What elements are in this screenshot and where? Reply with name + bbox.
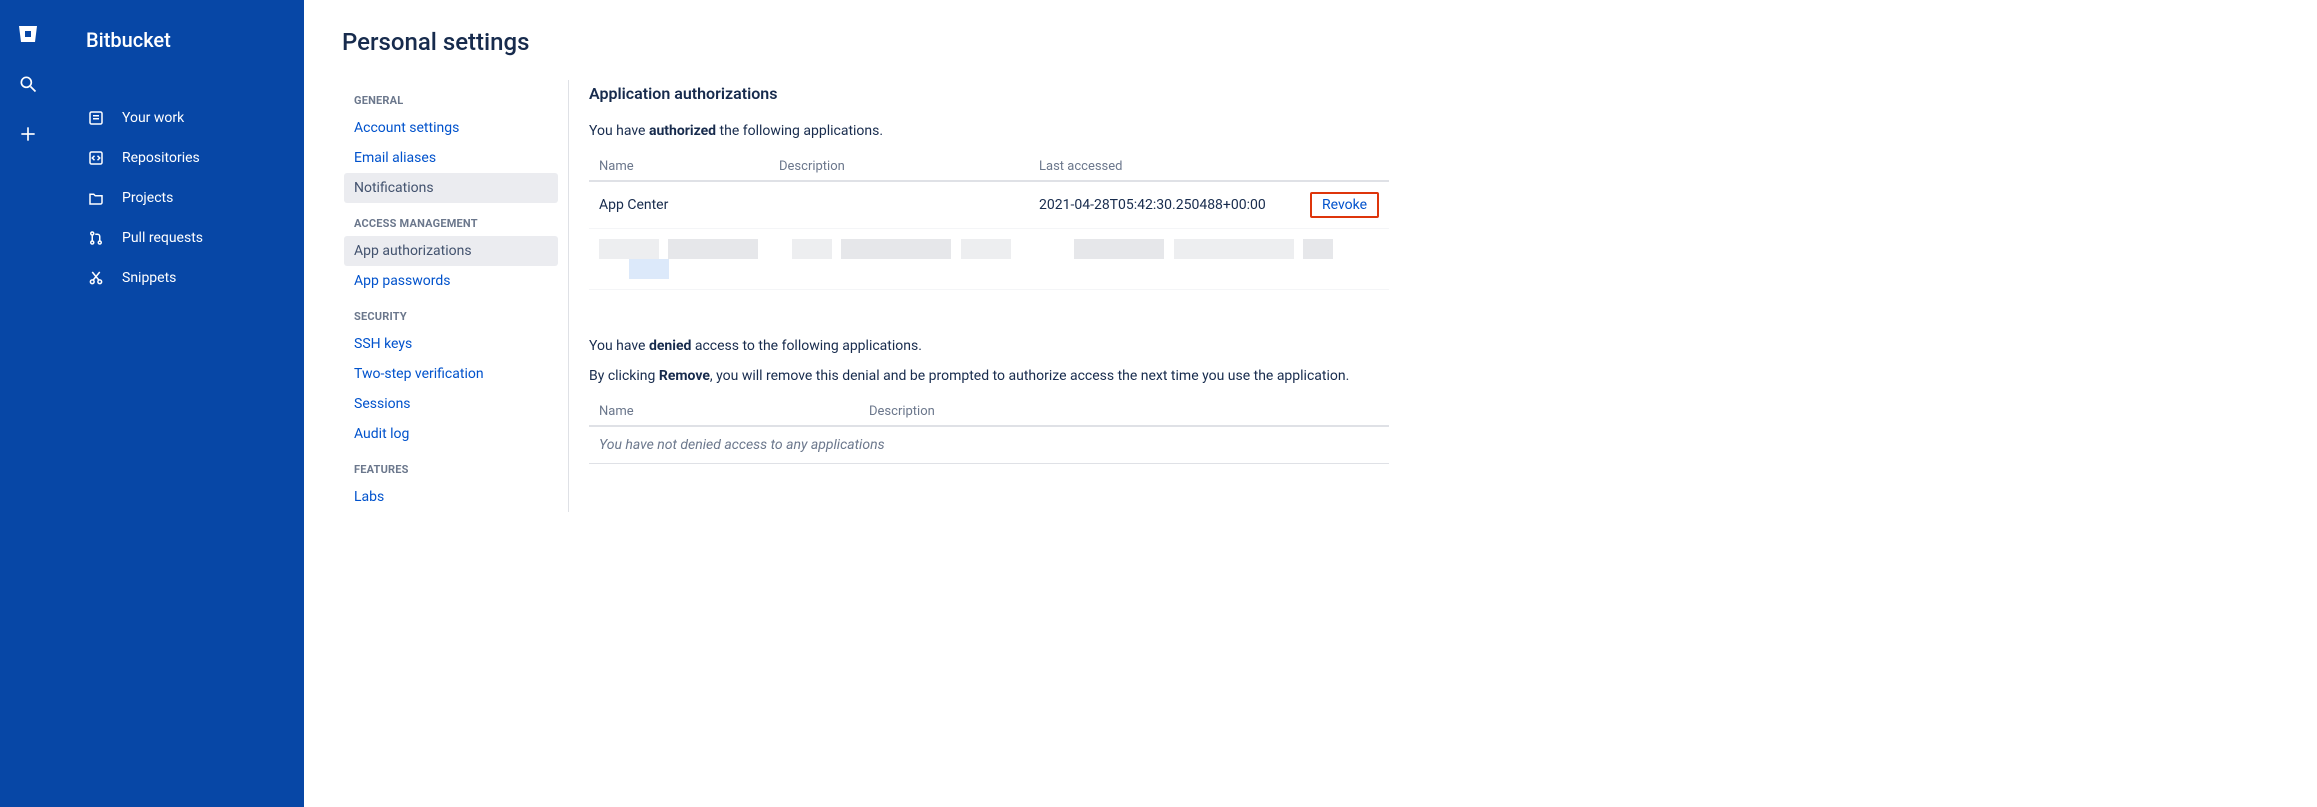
setting-link-audit-log[interactable]: Audit log [344,419,558,449]
setting-link-sessions[interactable]: Sessions [344,389,558,419]
denied-table: Name Description You have not denied acc… [589,398,1389,464]
create-icon[interactable] [16,122,40,146]
auth-col-name: Name [589,153,769,181]
redacted-content [589,229,1389,290]
pull-requests-icon [86,228,106,248]
auth-row-name: App Center [589,181,769,229]
setting-link-labs[interactable]: Labs [344,482,558,512]
nav-item-repositories[interactable]: Repositories [56,138,304,178]
settings-sidebar: GENERAL Account settings Email aliases N… [344,80,569,512]
group-heading-features: FEATURES [344,449,558,482]
nav-item-label: Repositories [122,150,200,166]
nav-item-label: Your work [122,110,184,126]
denied-intro-bold: denied [649,338,691,354]
search-icon[interactable] [16,72,40,96]
denied-help-prefix: By clicking [589,368,659,384]
denied-help-bold: Remove [659,368,710,384]
denied-intro-suffix: access to the following applications. [691,338,922,354]
main-area: Personal settings GENERAL Account settin… [304,0,2317,807]
revoke-button[interactable]: Revoke [1310,192,1379,218]
nav-item-label: Pull requests [122,230,203,246]
nav-item-projects[interactable]: Projects [56,178,304,218]
setting-link-app-authorizations[interactable]: App authorizations [344,236,558,266]
auth-col-action [1300,153,1389,181]
auth-row-action-cell: Revoke [1300,181,1389,229]
denied-col-description: Description [859,398,1389,426]
authorized-intro-bold: authorized [649,123,716,139]
page-title: Personal settings [342,28,569,56]
auth-col-description: Description [769,153,1029,181]
denied-help: By clicking Remove, you will remove this… [589,368,1389,384]
nav-item-label: Snippets [122,270,176,286]
icon-rail [0,0,56,807]
nav-item-your-work[interactable]: Your work [56,98,304,138]
your-work-icon [86,108,106,128]
primary-nav: Bitbucket Your work Repositories Project… [56,0,304,807]
nav-item-pull-requests[interactable]: Pull requests [56,218,304,258]
authorized-intro: You have authorized the following applic… [589,123,1389,139]
bitbucket-logo-icon[interactable] [16,22,40,46]
denied-empty-text: You have not denied access to any applic… [589,426,1389,464]
setting-link-ssh-keys[interactable]: SSH keys [344,329,558,359]
authorized-intro-suffix: the following applications. [716,123,883,139]
denied-intro: You have denied access to the following … [589,338,1389,354]
auth-row-description [769,181,1029,229]
nav-item-label: Projects [122,190,173,206]
auth-row-last-accessed: 2021-04-28T05:42:30.250488+00:00 [1029,181,1300,229]
table-row-redacted [589,229,1389,290]
repositories-icon [86,148,106,168]
setting-link-two-step[interactable]: Two-step verification [344,359,558,389]
denied-col-name: Name [589,398,859,426]
group-heading-access: ACCESS MANAGEMENT [344,203,558,236]
projects-icon [86,188,106,208]
brand-title[interactable]: Bitbucket [56,28,304,52]
auth-col-last-accessed: Last accessed [1029,153,1300,181]
authorized-intro-prefix: You have [589,123,649,139]
group-heading-general: GENERAL [344,80,558,113]
snippets-icon [86,268,106,288]
content-column: Application authorizations You have auth… [569,28,1389,807]
setting-link-notifications[interactable]: Notifications [344,173,558,203]
nav-list: Your work Repositories Projects Pull req… [56,98,304,298]
setting-link-email-aliases[interactable]: Email aliases [344,143,558,173]
denied-empty-row: You have not denied access to any applic… [589,426,1389,464]
denied-intro-prefix: You have [589,338,649,354]
nav-item-snippets[interactable]: Snippets [56,258,304,298]
denied-help-suffix: , you will remove this denial and be pro… [710,368,1349,384]
authorized-table: Name Description Last accessed App Cente… [589,153,1389,290]
group-heading-security: SECURITY [344,296,558,329]
setting-link-app-passwords[interactable]: App passwords [344,266,558,296]
section-title: Application authorizations [589,84,1389,103]
setting-link-account-settings[interactable]: Account settings [344,113,558,143]
table-row: App Center 2021-04-28T05:42:30.250488+00… [589,181,1389,229]
